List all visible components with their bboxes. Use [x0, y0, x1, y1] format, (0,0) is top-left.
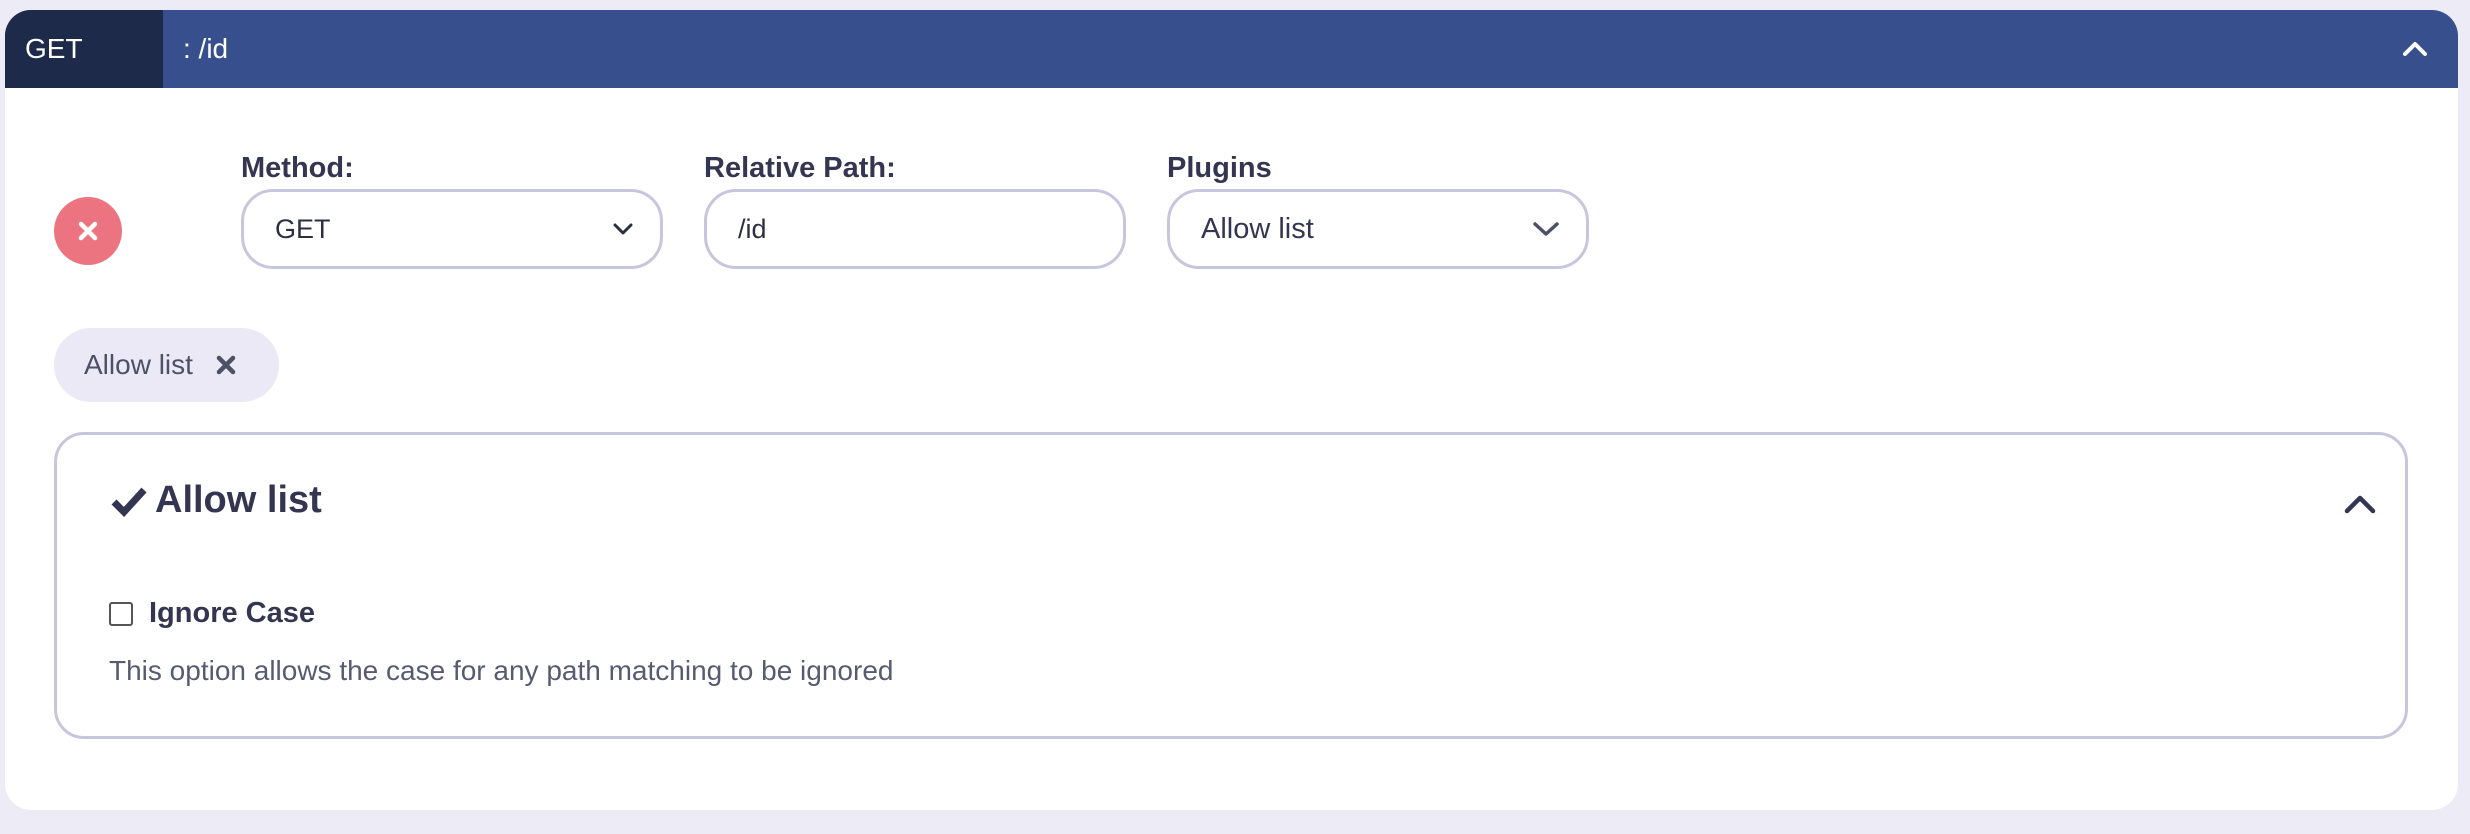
endpoint-path-title: : /id — [183, 33, 229, 64]
checkmark-icon — [111, 485, 147, 517]
plugin-config-panel: Allow list Ignore Case This option allow… — [54, 432, 2408, 739]
method-select[interactable]: GET — [241, 189, 663, 269]
plugin-panel-title-text: Allow list — [155, 479, 322, 521]
close-icon — [77, 220, 99, 242]
close-icon[interactable] — [215, 354, 237, 376]
plugins-select[interactable]: Allow list — [1167, 189, 1589, 269]
chevron-up-icon[interactable] — [2341, 485, 2379, 523]
ignore-case-description: This option allows the case for any path… — [109, 655, 894, 686]
chevron-down-icon — [610, 216, 636, 242]
method-label: Method: — [241, 152, 354, 184]
ignore-case-label: Ignore Case — [149, 597, 315, 629]
plugin-chip-label: Allow list — [84, 349, 193, 380]
plugins-select-value: Allow list — [1201, 212, 1314, 245]
plugins-label: Plugins — [1167, 152, 1272, 184]
ignore-case-checkbox[interactable] — [109, 601, 133, 626]
endpoint-card: GET : /id Method: GET Relative Path: /id… — [5, 10, 2458, 810]
method-badge: GET — [5, 10, 163, 88]
chevron-down-icon — [1530, 216, 1562, 242]
relative-path-input[interactable]: /id — [704, 189, 1126, 269]
relative-path-value: /id — [738, 213, 767, 244]
relative-path-label: Relative Path: — [704, 152, 896, 184]
endpoint-header[interactable]: GET : /id — [5, 10, 2458, 88]
plugin-chip: Allow list — [54, 328, 279, 402]
chevron-up-icon[interactable] — [2400, 34, 2430, 64]
remove-endpoint-button[interactable] — [54, 197, 122, 265]
method-select-value: GET — [275, 213, 331, 244]
ignore-case-option: Ignore Case — [109, 597, 315, 630]
plugin-panel-title[interactable]: Allow list — [111, 479, 322, 522]
